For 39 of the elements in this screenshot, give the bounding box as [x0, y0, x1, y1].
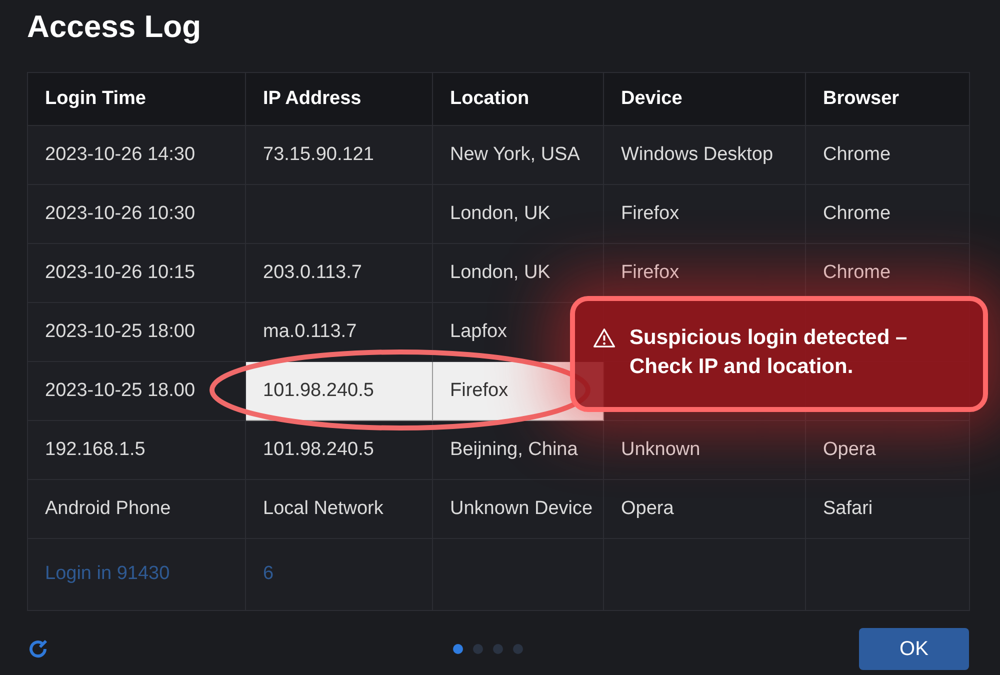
column-header: Device [604, 72, 806, 126]
table-cell: 101.98.240.5 [246, 420, 432, 480]
dialog-title: Access Log [26, 8, 202, 46]
table-cell: Opera [806, 420, 970, 480]
table-cell: 73.15.90.121 [246, 126, 432, 184]
highlighted-cell: 101.98.240.5 [246, 362, 432, 420]
page-dot[interactable] [473, 644, 483, 654]
column-header: Login Time [28, 72, 246, 126]
table-cell: Firefox [604, 184, 806, 244]
table-cell: Local Network [246, 480, 432, 538]
table-cell: 2023-10-26 14:30 [28, 126, 246, 184]
table-cell: London, UK [432, 184, 604, 244]
table-cell: 2023-10-26 10:15 [28, 244, 246, 302]
table-cell: Android Phone [28, 480, 246, 538]
table-cell: Unknown [604, 420, 806, 480]
page-dot[interactable] [453, 644, 463, 654]
table-cell: Unknown Device [432, 480, 604, 538]
ok-button[interactable]: OK [859, 628, 969, 670]
table-cell: 203.0.113.7 [246, 244, 432, 302]
table-cell: Chrome [806, 184, 970, 244]
table-cell: 2023-10-25 18.00 [28, 362, 246, 420]
table-cell: 2023-10-25 18:00 [28, 302, 246, 362]
table-cell: 6 [246, 538, 432, 610]
table-cell: Chrome [806, 126, 970, 184]
table-cell: Windows Desktop [604, 126, 806, 184]
table-cell: 2023-10-26 10:30 [28, 184, 246, 244]
page-dot[interactable] [493, 644, 503, 654]
alert-message: Suspicious login detected – Check IP and location. [629, 325, 908, 380]
page-dot[interactable] [513, 644, 523, 654]
column-header: Browser [806, 72, 970, 126]
table-cell: New York, USA [432, 126, 604, 184]
table-cell: Beijning, China [432, 420, 604, 480]
refresh-icon[interactable] [27, 638, 49, 660]
column-header: Location [432, 72, 604, 126]
table-cell: 192.168.1.5 [28, 420, 246, 480]
table-cell: Login in 91430 [28, 538, 246, 610]
table-cell: Opera [604, 480, 806, 538]
column-header: IP Address [246, 72, 432, 126]
table-cell: Safari [806, 480, 970, 538]
